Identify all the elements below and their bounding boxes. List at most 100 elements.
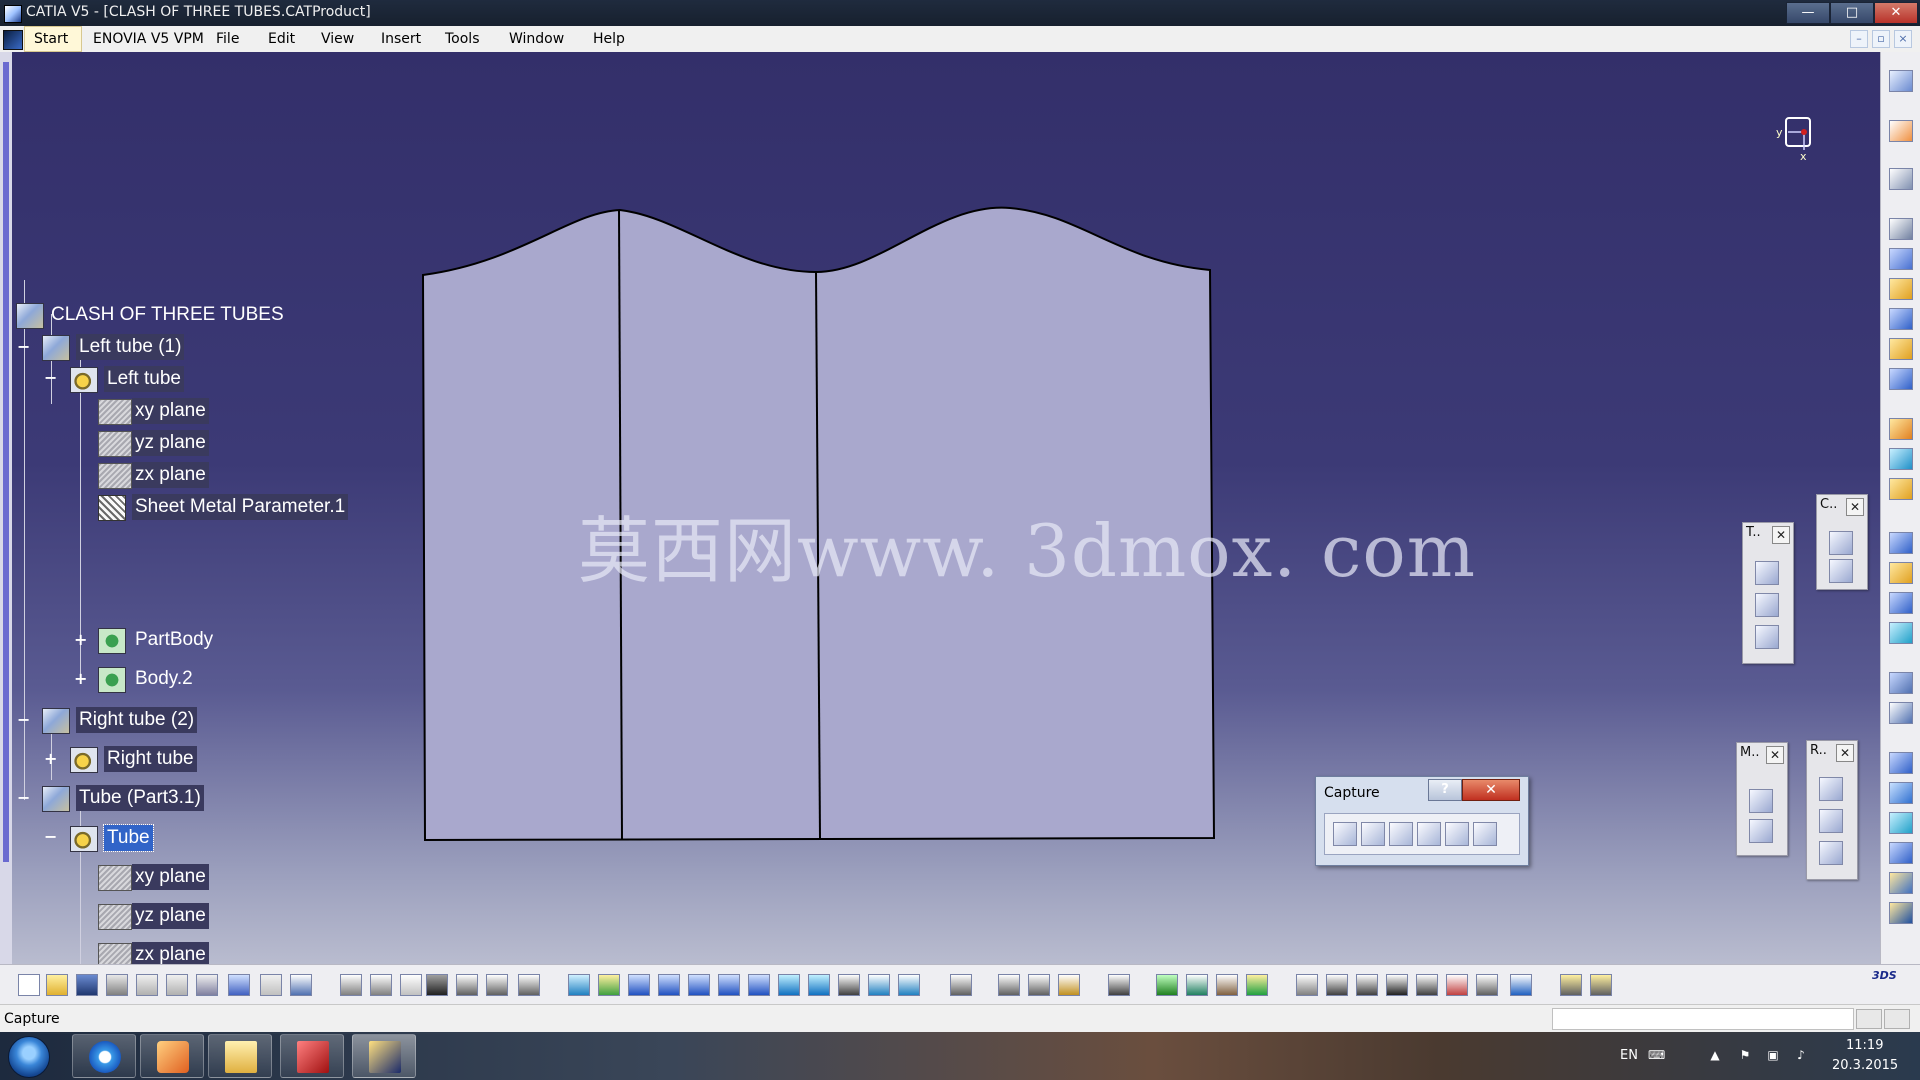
picture-icon[interactable] bbox=[1445, 822, 1469, 846]
spacing-icon[interactable] bbox=[1476, 974, 1498, 996]
corner-relief-icon[interactable] bbox=[1889, 592, 1913, 614]
paste-icon[interactable] bbox=[196, 974, 218, 996]
toolbar-r[interactable]: R.. ✕ bbox=[1806, 740, 1858, 880]
collapse-icon[interactable]: − bbox=[17, 790, 30, 806]
knowledge-icon[interactable] bbox=[370, 974, 392, 996]
volume-icon[interactable]: ♪ bbox=[1794, 1048, 1808, 1062]
save-icon[interactable] bbox=[76, 974, 98, 996]
formula-icon[interactable] bbox=[340, 974, 362, 996]
tree-node-sheet-metal-parameter[interactable]: Sheet Metal Parameter.1 bbox=[98, 494, 398, 521]
menu-tools[interactable]: Tools bbox=[445, 31, 480, 47]
collapse-icon[interactable]: − bbox=[44, 829, 57, 845]
update-icon[interactable] bbox=[950, 974, 972, 996]
expand-icon[interactable]: + bbox=[74, 632, 87, 648]
expand-icon[interactable]: + bbox=[44, 751, 57, 767]
hide-show-icon[interactable] bbox=[868, 974, 890, 996]
zoom-in-icon[interactable] bbox=[688, 974, 710, 996]
menu-enovia[interactable]: ENOVIA V5 VPM bbox=[93, 31, 204, 47]
capture-close-button[interactable]: ✕ bbox=[1462, 779, 1520, 801]
bend-icon[interactable] bbox=[1889, 368, 1913, 390]
tree-node-right-tube-part[interactable]: Right tube bbox=[70, 746, 310, 773]
workbench-icon[interactable] bbox=[3, 30, 23, 50]
taskbar-media-player[interactable] bbox=[140, 1034, 204, 1078]
capture-album-icon[interactable] bbox=[1417, 822, 1441, 846]
mirror-icon[interactable] bbox=[1889, 752, 1913, 774]
eraser-icon[interactable] bbox=[1510, 974, 1532, 996]
toolbar-m-close-button[interactable]: ✕ bbox=[1766, 746, 1784, 764]
tool-icon[interactable] bbox=[1749, 789, 1773, 813]
tree-node-right-tube-instance[interactable]: Right tube (2) bbox=[42, 707, 302, 734]
toolbar-c-close-button[interactable]: ✕ bbox=[1846, 498, 1864, 516]
collapse-icon[interactable]: − bbox=[44, 370, 57, 386]
mdi-close-button[interactable]: × bbox=[1894, 30, 1912, 48]
pan-icon[interactable] bbox=[628, 974, 650, 996]
material-icon[interactable] bbox=[1186, 974, 1208, 996]
copy-icon[interactable] bbox=[166, 974, 188, 996]
select-icon[interactable] bbox=[1889, 120, 1913, 142]
toolbar-m[interactable]: M.. ✕ bbox=[1736, 742, 1788, 856]
tool-icon[interactable] bbox=[1829, 559, 1853, 583]
line-icon[interactable] bbox=[1819, 809, 1843, 833]
select-mode-icon[interactable] bbox=[1361, 822, 1385, 846]
wall-icon[interactable] bbox=[1889, 248, 1913, 270]
menu-start[interactable]: Start bbox=[24, 26, 82, 52]
swept-wall-icon[interactable] bbox=[1889, 338, 1913, 360]
catia-app-icon[interactable] bbox=[4, 5, 22, 23]
tree-node-left-tube-part[interactable]: Left tube bbox=[70, 366, 310, 393]
tree-node-xy-plane[interactable]: xy plane bbox=[98, 398, 338, 425]
toolbar-r-close-button[interactable]: ✕ bbox=[1836, 744, 1854, 762]
menu-help[interactable]: Help bbox=[593, 31, 625, 47]
fit-all-icon[interactable] bbox=[598, 974, 620, 996]
rotate-icon[interactable] bbox=[658, 974, 680, 996]
menu-view[interactable]: View bbox=[321, 31, 354, 47]
environment-icon[interactable] bbox=[1216, 974, 1238, 996]
save-icon[interactable] bbox=[1749, 819, 1773, 843]
manipulation-icon[interactable] bbox=[998, 974, 1020, 996]
whats-this-icon[interactable] bbox=[290, 974, 312, 996]
point-icon[interactable] bbox=[1819, 777, 1843, 801]
axis-icon[interactable] bbox=[1356, 974, 1378, 996]
tree-node-zx-plane-2[interactable]: zx plane bbox=[98, 942, 338, 964]
axis-system-icon[interactable] bbox=[1889, 872, 1913, 894]
swap-icon[interactable] bbox=[1296, 974, 1318, 996]
zoom-out-icon[interactable] bbox=[718, 974, 740, 996]
product-structure-icon[interactable] bbox=[456, 974, 478, 996]
maximize-button[interactable]: □ bbox=[1830, 2, 1874, 24]
pattern-icon[interactable] bbox=[1889, 702, 1913, 724]
rotation-icon[interactable] bbox=[1889, 812, 1913, 834]
clock-date[interactable]: 20.3.2015 bbox=[1832, 1058, 1898, 1073]
menu-file[interactable]: File bbox=[216, 31, 239, 47]
measure-icon[interactable] bbox=[518, 974, 540, 996]
toolbar-t-close-button[interactable]: ✕ bbox=[1772, 526, 1790, 544]
tree-node-root[interactable]: CLASH OF THREE TUBES bbox=[16, 302, 316, 329]
status-button-1[interactable] bbox=[1856, 1009, 1882, 1029]
command-input[interactable] bbox=[1552, 1008, 1854, 1030]
fold-icon[interactable] bbox=[1889, 448, 1913, 470]
record-icon[interactable] bbox=[1333, 822, 1357, 846]
compass-icon[interactable]: y x bbox=[1770, 112, 1820, 162]
tool-icon[interactable] bbox=[1755, 561, 1779, 585]
globe-icon[interactable] bbox=[1326, 974, 1348, 996]
tool-icon[interactable] bbox=[1755, 593, 1779, 617]
status-button-2[interactable] bbox=[1884, 1009, 1910, 1029]
catalog-icon[interactable] bbox=[486, 974, 508, 996]
menu-window[interactable]: Window bbox=[509, 31, 564, 47]
tool-icon[interactable] bbox=[1829, 531, 1853, 555]
tools-icon[interactable] bbox=[1590, 974, 1612, 996]
sheet-metal-workbench-icon[interactable] bbox=[1889, 70, 1913, 92]
capture-help-button[interactable]: ? bbox=[1428, 779, 1462, 801]
bill-of-material-icon[interactable] bbox=[1058, 974, 1080, 996]
tool-icon[interactable] bbox=[1755, 625, 1779, 649]
tree-node-partbody[interactable]: PartBody bbox=[98, 627, 338, 654]
dimension-icon[interactable] bbox=[1446, 974, 1468, 996]
tree-node-tube-instance[interactable]: Tube (Part3.1) bbox=[42, 785, 302, 812]
open-icon[interactable] bbox=[46, 974, 68, 996]
keyboard-icon[interactable]: ⌨ bbox=[1648, 1048, 1665, 1062]
options-icon[interactable] bbox=[1560, 974, 1582, 996]
show-hidden-icons-icon[interactable]: ▲ bbox=[1708, 1048, 1722, 1062]
3d-viewport[interactable]: CLASH OF THREE TUBES − Left tube (1) − L… bbox=[0, 52, 1880, 964]
network-icon[interactable]: ▣ bbox=[1766, 1048, 1780, 1062]
new-document-icon[interactable] bbox=[18, 974, 40, 996]
tree-node-yz-plane-2[interactable]: yz plane bbox=[98, 903, 338, 930]
expand-icon[interactable]: + bbox=[74, 671, 87, 687]
